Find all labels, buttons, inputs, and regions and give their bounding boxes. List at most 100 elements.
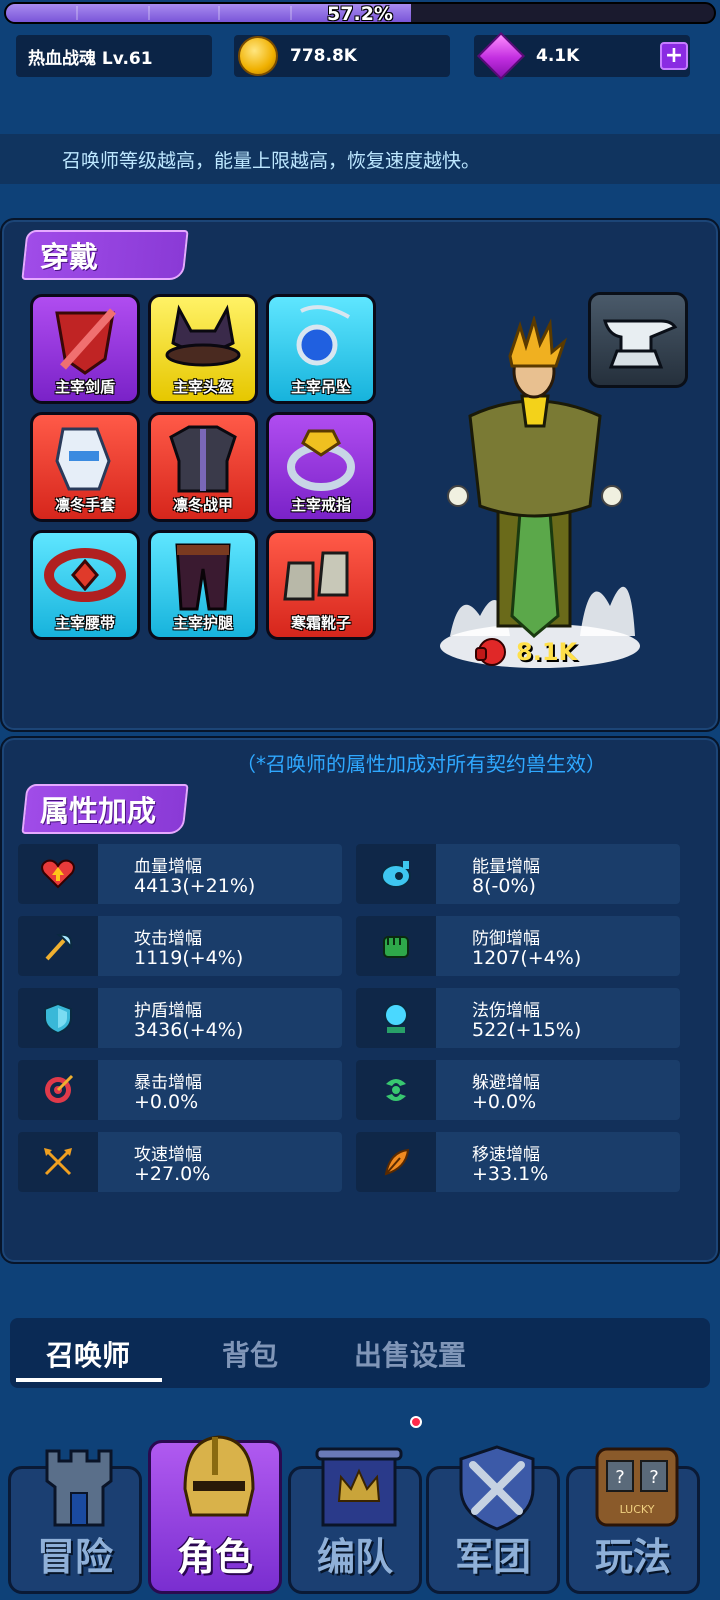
add-gems-button[interactable]: + [660, 42, 688, 70]
coin-amount: 778.8K [290, 46, 357, 66]
heart-icon [18, 844, 98, 904]
stat-value: 3436(+4%) [134, 1019, 244, 1041]
stat-value: 1119(+4%) [134, 947, 244, 969]
coin-counter[interactable]: 778.8K [234, 35, 450, 77]
tab-summoner[interactable]: 召唤师 [46, 1334, 130, 1374]
stat-row: 躲避增幅 +0.0% [356, 1060, 680, 1120]
stat-name: 血量增幅 [134, 857, 202, 877]
tab-backpack[interactable]: 背包 [222, 1334, 278, 1374]
stat-row: 法伤增幅 522(+15%) [356, 988, 680, 1048]
player-label: 热血战魂 Lv.61 [28, 48, 153, 69]
equipment-slot[interactable]: 寒霜靴子 [266, 530, 376, 640]
plus-icon: + [664, 43, 684, 68]
stat-row: 护盾增幅 3436(+4%) [18, 988, 342, 1048]
stat-value: 1207(+4%) [472, 947, 582, 969]
stat-name: 躲避增幅 [472, 1073, 540, 1093]
active-tab-indicator [16, 1378, 162, 1382]
banner-crown-icon [315, 1447, 403, 1527]
equipment-slot[interactable]: 主宰头盔 [148, 294, 258, 404]
nav-label: 玩法 [594, 1535, 671, 1579]
equipment-slot[interactable]: 主宰吊坠 [266, 294, 376, 404]
lucky-text: LUCKY [620, 1503, 655, 1516]
svg-text:?: ? [615, 1467, 625, 1488]
summoner-character[interactable] [430, 316, 650, 676]
stats-section-title: 属性加成 [21, 784, 189, 834]
slot-machine-icon: ? ? LUCKY [595, 1447, 679, 1527]
stat-name: 移速增幅 [472, 1145, 540, 1165]
energy-flask-icon [356, 844, 436, 904]
gem-counter[interactable]: 4.1K + [474, 31, 690, 81]
shield-icon [18, 988, 98, 1048]
stat-name: 防御增幅 [472, 929, 540, 949]
equipment-slot-label: 主宰吊坠 [290, 378, 351, 396]
equipment-slot-label: 主宰护腿 [172, 614, 233, 632]
equipment-slot[interactable]: 主宰戒指 [266, 412, 376, 522]
equipment-slot[interactable]: 主宰护腿 [148, 530, 258, 640]
boxing-glove-icon [475, 638, 506, 666]
equipment-section-title: 穿戴 [21, 230, 189, 280]
purple-gem-icon [476, 31, 526, 81]
equipment-panel: 穿戴 主宰剑盾 主宰头盔 主宰吊坠 凛冬手套 凛冬战甲 主宰戒指 主宰腰带 主宰护腿 寒霜靴子 … [0, 218, 720, 732]
stat-row: 攻击增幅 1119(+4%) [18, 916, 342, 976]
stat-name: 攻击增幅 [134, 929, 202, 949]
tip-text: 召唤师等级越高，能量上限越高，恢复速度越快。 [62, 149, 481, 172]
gem-amount: 4.1K [536, 46, 580, 66]
tower-icon [45, 1449, 113, 1527]
equipment-slot[interactable]: 主宰腰带 [30, 530, 140, 640]
stat-value: +0.0% [134, 1091, 199, 1113]
stat-name: 护盾增幅 [134, 1001, 202, 1021]
dodge-icon [356, 1060, 436, 1120]
equipment-slot-label: 主宰剑盾 [54, 378, 115, 396]
target-icon [18, 1060, 98, 1120]
equipment-slot-label: 主宰戒指 [290, 496, 351, 514]
summoner-xp-bar: 57.2% [4, 2, 716, 24]
stat-row: 攻速增幅 +27.0% [18, 1132, 342, 1192]
combat-power: 8.1K [472, 634, 577, 670]
equipment-slot-label: 主宰头盔 [172, 378, 233, 396]
feather-icon [356, 1132, 436, 1192]
equipment-slot-label: 寒霜靴子 [290, 614, 351, 632]
equipment-slot[interactable]: 凛冬战甲 [148, 412, 258, 522]
stat-row: 能量增幅 8(-0%) [356, 844, 680, 904]
stat-name: 法伤增幅 [472, 1001, 540, 1021]
gold-coin-icon [238, 36, 278, 76]
axe-icon [18, 916, 98, 976]
combat-power-value: 8.1K [516, 638, 578, 666]
stat-value: +33.1% [472, 1163, 549, 1185]
nav-legion[interactable]: 军团 [426, 1445, 560, 1594]
crossed-arrows-icon [18, 1132, 98, 1192]
stat-row: 暴击增幅 +0.0% [18, 1060, 342, 1120]
stat-row: 移速增幅 +33.1% [356, 1132, 680, 1192]
xp-percent-text: 57.2% [327, 3, 393, 24]
stat-row: 血量增幅 4413(+21%) [18, 844, 342, 904]
svg-text:?: ? [649, 1467, 659, 1488]
stats-panel: （*召唤师的属性加成对所有契约兽生效） 属性加成 血量增幅 4413(+21%) 能… [0, 736, 720, 1264]
nav-adventure[interactable]: 冒险 [8, 1449, 142, 1594]
equipment-slot-label: 凛冬战甲 [172, 496, 233, 514]
nav-label: 冒险 [36, 1535, 113, 1579]
fist-icon [356, 916, 436, 976]
knight-helmet-icon [183, 1435, 255, 1517]
stat-value: 8(-0%) [472, 875, 536, 897]
stat-value: +27.0% [134, 1163, 211, 1185]
nav-character[interactable]: 角色 [148, 1435, 282, 1594]
equipment-title-text: 穿戴 [40, 240, 99, 274]
stat-value: 4413(+21%) [134, 875, 256, 897]
tip-banner: 召唤师等级越高，能量上限越高，恢复速度越快。 [0, 134, 720, 184]
equipment-slot[interactable]: 凛冬手套 [30, 412, 140, 522]
stats-title-text: 属性加成 [40, 794, 157, 828]
crossed-swords-icon [459, 1445, 535, 1531]
nav-formation[interactable]: 编队 [288, 1447, 422, 1594]
stat-value: 522(+15%) [472, 1019, 582, 1041]
notification-dot [410, 1416, 422, 1428]
stat-row: 防御增幅 1207(+4%) [356, 916, 680, 976]
nav-label: 编队 [316, 1535, 393, 1579]
stat-value: +0.0% [472, 1091, 537, 1113]
nav-gameplay[interactable]: ? ? LUCKY 玩法 [566, 1447, 700, 1594]
tab-sell-settings[interactable]: 出售设置 [354, 1334, 466, 1374]
crystal-ball-icon [356, 988, 436, 1048]
stat-name: 能量增幅 [472, 857, 540, 877]
player-level-badge[interactable]: 热血战魂 Lv.61 [16, 35, 212, 77]
stat-name: 暴击增幅 [134, 1073, 202, 1093]
equipment-slot[interactable]: 主宰剑盾 [30, 294, 140, 404]
